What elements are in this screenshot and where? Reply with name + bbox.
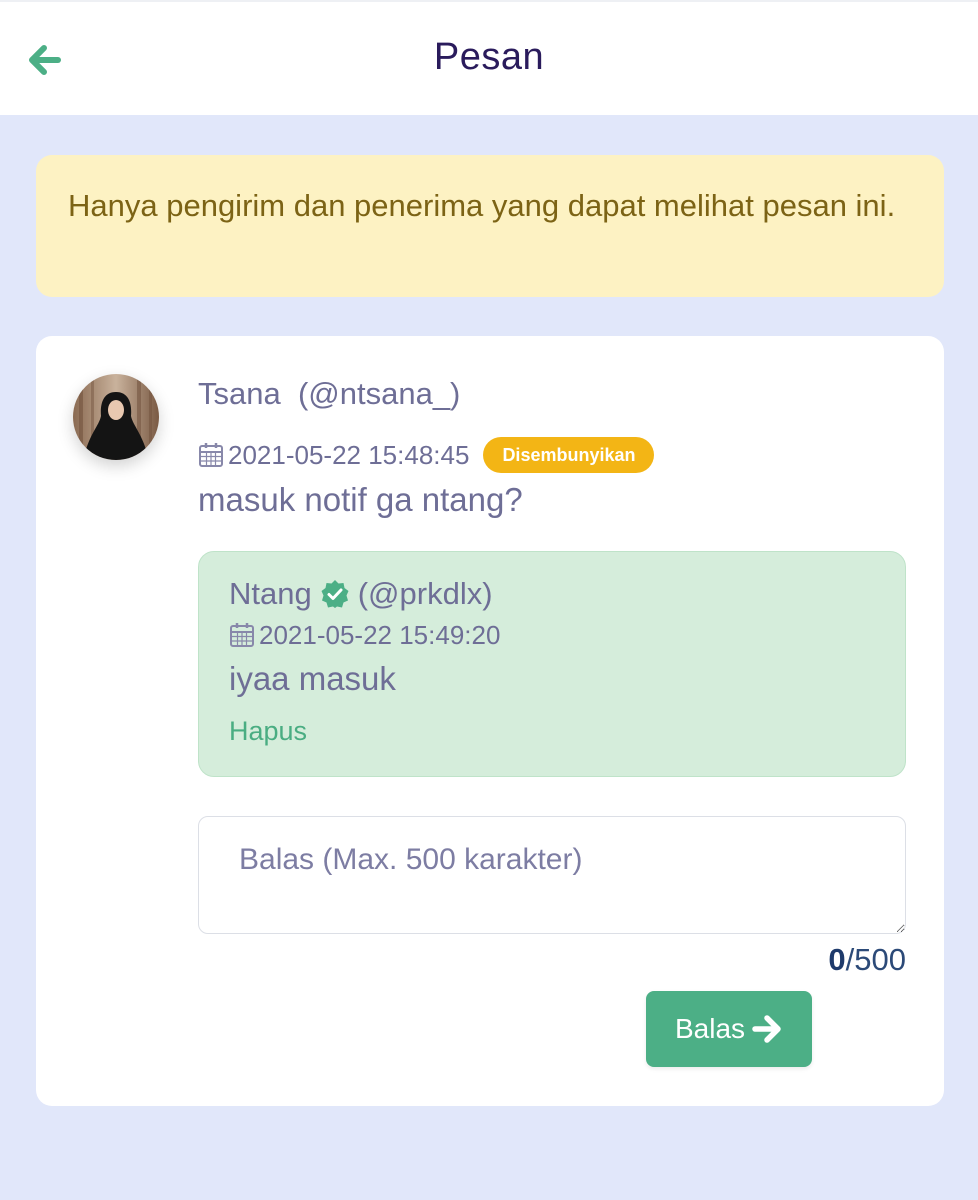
reply-author: Ntang (@prkdlx) xyxy=(229,574,493,614)
privacy-notice: Hanya pengirim dan penerima yang dapat m… xyxy=(36,155,944,297)
avatar xyxy=(73,374,159,460)
message-meta: 2021-05-22 15:48:45 Disembunyikan xyxy=(198,436,655,474)
character-counter: 0/500 xyxy=(828,942,906,978)
reply-meta: 2021-05-22 15:49:20 xyxy=(229,618,500,652)
app-header: Pesan xyxy=(0,0,978,115)
sender-name: Tsana (@ntsana_) xyxy=(198,376,461,411)
message-timestamp: 2021-05-22 15:48:45 xyxy=(228,439,470,470)
verified-icon xyxy=(320,579,350,609)
page-title: Pesan xyxy=(433,36,545,78)
send-reply-button[interactable]: Balas xyxy=(646,991,812,1067)
reply-author-name: Ntang xyxy=(229,576,312,611)
delete-reply-link[interactable]: Hapus xyxy=(229,716,307,747)
calendar-icon xyxy=(198,442,224,468)
send-reply-label: Balas xyxy=(674,1013,746,1044)
message-text: masuk notif ga ntang? xyxy=(198,481,523,518)
arrow-right-icon xyxy=(751,1013,783,1045)
character-count-current: 0 xyxy=(828,942,846,977)
reply-bubble: Ntang (@prkdlx) 2021-05-22 15:49:20 iyaa… xyxy=(198,551,906,777)
message-card: Tsana (@ntsana_) 2021-05-22 15:48:45 Dis… xyxy=(36,336,944,1106)
reply-author-handle: (@prkdlx) xyxy=(357,576,493,611)
character-count-max: /500 xyxy=(845,942,906,977)
status-badge: Disembunyikan xyxy=(483,437,655,473)
calendar-icon xyxy=(229,622,255,648)
reply-input[interactable] xyxy=(198,816,906,934)
reply-timestamp: 2021-05-22 15:49:20 xyxy=(259,619,501,650)
reply-text: iyaa masuk xyxy=(229,660,396,697)
